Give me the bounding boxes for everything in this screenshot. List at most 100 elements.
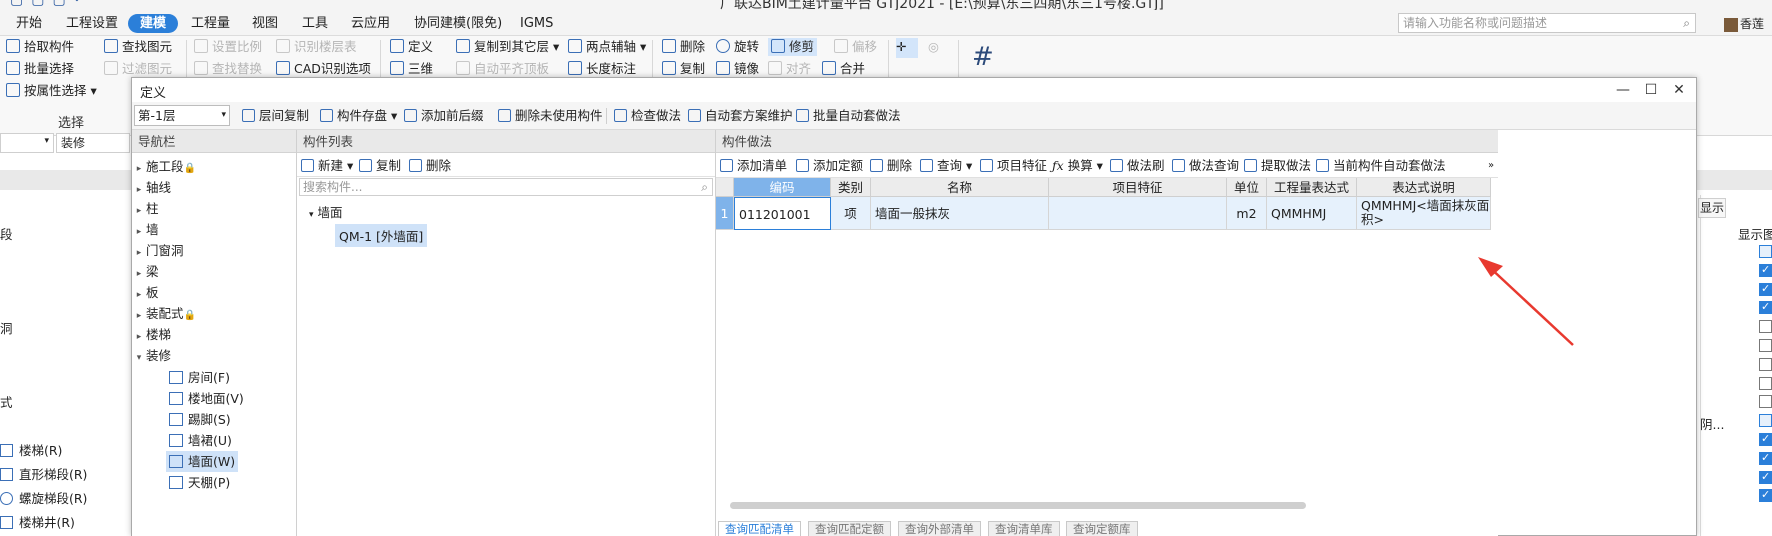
menu-tools[interactable]: 工具: [296, 14, 334, 33]
find-replace-button[interactable]: 查找替换: [194, 60, 262, 78]
horizontal-scrollbar[interactable]: [730, 502, 1306, 509]
trim-button[interactable]: 修剪: [768, 38, 818, 56]
length-dimension-button[interactable]: 长度标注: [568, 60, 636, 78]
display-checkbox[interactable]: [1759, 432, 1772, 446]
nav-sub-item[interactable]: 墙裙(U): [166, 430, 235, 451]
category-select-background[interactable]: 装修: [56, 133, 130, 153]
bg-left-sub-item[interactable]: 直形梯段(R): [0, 464, 87, 483]
display-tab[interactable]: 显示: [1698, 198, 1726, 218]
menu-igms[interactable]: IGMS: [514, 14, 559, 33]
filter-element-button[interactable]: 过滤图元: [104, 60, 172, 78]
display-checkbox[interactable]: [1759, 488, 1772, 503]
close-icon[interactable]: ✕: [1668, 80, 1690, 100]
display-checkbox[interactable]: [1759, 376, 1772, 390]
extract-method-button[interactable]: 提取做法: [1244, 157, 1311, 175]
menu-view[interactable]: 视图: [246, 14, 284, 33]
auto-apply-current-button[interactable]: 当前构件自动套做法: [1316, 157, 1446, 175]
cell-expression[interactable]: QMMHMJ: [1267, 197, 1357, 230]
delete-unused-button[interactable]: 删除未使用构件: [498, 107, 603, 125]
rotate-button[interactable]: 旋转: [716, 38, 759, 56]
column-header-code[interactable]: 编码: [734, 178, 831, 197]
identify-floor-table-button[interactable]: 识别楼层表: [276, 38, 357, 56]
copy-component-button[interactable]: 复制: [359, 157, 401, 175]
bg-left-sub-item[interactable]: 螺旋梯段(R): [0, 488, 87, 507]
column-header-name[interactable]: 名称: [871, 178, 1049, 197]
nav-item[interactable]: ▸ 板: [132, 283, 159, 303]
set-scale-button[interactable]: 设置比例: [194, 38, 262, 56]
quick-access-icons[interactable]: ▢▢▢↶: [10, 0, 93, 8]
convert-button[interactable]: ƒx 换算 ▾: [1052, 157, 1103, 175]
expand-icon[interactable]: ▸: [132, 222, 146, 242]
new-component-button[interactable]: 新建 ▾: [301, 157, 353, 175]
merge-button[interactable]: 合并: [822, 60, 865, 78]
copy-button[interactable]: 复制: [662, 60, 705, 78]
tab-bill-library[interactable]: 查询清单库: [988, 521, 1060, 536]
menu-collab[interactable]: 协同建模(限免): [408, 14, 508, 33]
two-point-axis-button[interactable]: 两点辅轴 ▾: [568, 38, 646, 56]
method-brush-button[interactable]: 做法刷: [1110, 157, 1165, 175]
expand-icon[interactable]: ▸: [132, 159, 146, 179]
row-number[interactable]: 1: [716, 197, 734, 230]
mirror-button[interactable]: 镜像: [716, 60, 759, 78]
bg-left-item[interactable]: 段: [0, 224, 13, 243]
display-checkbox[interactable]: [1759, 357, 1772, 371]
tab-external-bill[interactable]: 查询外部清单: [898, 521, 981, 536]
check-method-button[interactable]: 检查做法: [614, 107, 681, 125]
method-query-button[interactable]: 做法查询: [1172, 157, 1239, 175]
cad-options-button[interactable]: CAD识别选项: [276, 60, 371, 78]
find-element-button[interactable]: 查找图元: [104, 38, 172, 56]
auto-align-slab-button[interactable]: 自动平齐顶板: [456, 60, 549, 78]
toolbar-overflow-icon[interactable]: »: [1488, 157, 1494, 175]
expand-icon[interactable]: ▸: [132, 264, 146, 284]
add-prefix-suffix-button[interactable]: 添加前后缀: [404, 107, 484, 125]
item-feature-button[interactable]: 项目特征: [980, 157, 1047, 175]
expand-icon[interactable]: ▸: [132, 201, 146, 221]
nav-sub-item[interactable]: 楼地面(V): [166, 388, 247, 409]
add-bill-button[interactable]: 添加清单: [720, 157, 787, 175]
tab-match-bill[interactable]: 查询匹配清单: [718, 521, 801, 536]
nav-item[interactable]: ▸ 装配式🔒: [132, 304, 196, 324]
nav-sub-item[interactable]: 天棚(P): [166, 472, 233, 493]
column-header-expression[interactable]: 工程量表达式: [1267, 178, 1357, 197]
menu-start[interactable]: 开始: [10, 14, 48, 33]
cell-name[interactable]: 墙面一般抹灰: [871, 197, 1049, 230]
display-checkbox[interactable]: [1759, 320, 1772, 334]
function-search-input[interactable]: 请输入功能名称或问题描述 ⌕: [1398, 13, 1696, 33]
delete-component-button[interactable]: 删除: [409, 157, 451, 175]
bg-left-item[interactable]: 式: [0, 392, 13, 411]
component-search-input[interactable]: 搜索构件... ⌕: [299, 178, 713, 196]
batch-select-button[interactable]: 批量选择: [6, 60, 74, 78]
delete-method-button[interactable]: 删除: [870, 157, 912, 175]
expand-icon[interactable]: ▸: [132, 285, 146, 305]
display-checkbox[interactable]: [1759, 245, 1772, 258]
expand-icon[interactable]: ▸: [132, 327, 146, 347]
expand-icon[interactable]: ▸: [132, 180, 146, 200]
tab-quota-library[interactable]: 查询定额库: [1066, 521, 1138, 536]
tree-node-wall-surface[interactable]: ▾ 墙面: [309, 202, 343, 221]
nav-sub-item[interactable]: 墙面(W): [166, 451, 239, 472]
floor-select-background[interactable]: ▾: [0, 133, 54, 153]
display-checkbox[interactable]: [1759, 395, 1772, 409]
user-account[interactable]: 香莲: [1724, 15, 1764, 32]
nav-item[interactable]: ▸ 门窗洞: [132, 241, 184, 261]
display-checkbox[interactable]: [1759, 282, 1772, 296]
nav-item[interactable]: ▸ 墙: [132, 220, 159, 240]
nav-item[interactable]: ▸ 楼梯: [132, 325, 171, 345]
minimize-icon[interactable]: —: [1612, 80, 1634, 100]
column-header-expression-desc[interactable]: 表达式说明: [1357, 178, 1491, 197]
cell-code[interactable]: 011201001: [734, 197, 831, 230]
select-by-attribute-button[interactable]: 按属性选择 ▾: [6, 82, 97, 100]
dialog-title-bar[interactable]: 定义 — ☐ ✕: [132, 78, 1696, 102]
search-icon[interactable]: ⌕: [1683, 14, 1690, 32]
menu-project-settings[interactable]: 工程设置: [60, 14, 124, 33]
copy-between-floors-button[interactable]: 层间复制: [242, 107, 309, 125]
nav-sub-item[interactable]: 踢脚(S): [166, 409, 234, 430]
delete-button[interactable]: 删除: [662, 38, 705, 56]
add-quota-button[interactable]: 添加定额: [796, 157, 863, 175]
cell-feature[interactable]: [1049, 197, 1227, 230]
nav-item[interactable]: ▸ 梁: [132, 262, 159, 282]
menu-cloud[interactable]: 云应用: [345, 14, 396, 33]
define-button[interactable]: 定义: [390, 38, 433, 56]
column-header-feature[interactable]: 项目特征: [1049, 178, 1227, 197]
auto-scheme-maintain-button[interactable]: 自动套方案维护: [688, 107, 793, 125]
